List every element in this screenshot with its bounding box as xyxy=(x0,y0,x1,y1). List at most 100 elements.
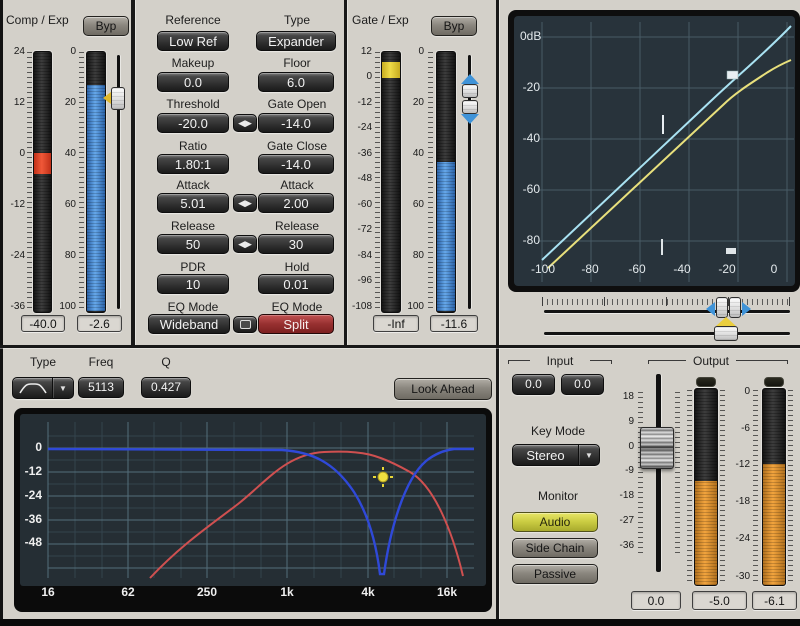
eq-x-tick: 16k xyxy=(432,586,462,599)
monitor-audio-button[interactable]: Audio xyxy=(512,512,598,532)
output-fader-handle[interactable] xyxy=(640,427,674,469)
pdr-button[interactable]: 10 xyxy=(157,274,229,294)
comp-threshold-readout[interactable]: -40.0 xyxy=(21,315,65,332)
output-left-meter xyxy=(694,388,718,586)
gate-open-label: Gate Open xyxy=(247,98,347,111)
monitor-side-chain-button[interactable]: Side Chain xyxy=(512,538,598,558)
output-fader-track[interactable] xyxy=(656,374,661,572)
gate-gr-scale-tick: 20 xyxy=(400,97,424,109)
gate-threshold-readout[interactable]: -Inf xyxy=(373,315,419,332)
hold-button[interactable]: 0.01 xyxy=(258,274,334,294)
gate-close-h-handle[interactable] xyxy=(729,297,741,318)
gate-gain-meter xyxy=(436,51,456,313)
gate-open-close-slider-track[interactable] xyxy=(544,310,790,313)
input-gain-left-button[interactable]: 0.0 xyxy=(512,374,555,395)
gate-in-ruler xyxy=(375,52,380,310)
type-button[interactable]: Expander xyxy=(256,31,336,51)
comp-in-ruler xyxy=(27,52,32,310)
comp-gain-readout[interactable]: -2.6 xyxy=(77,315,122,332)
transfer-x-tick: -100 xyxy=(527,263,559,276)
fader-scale-tick: 9 xyxy=(606,416,634,428)
output-right-meter-level xyxy=(763,464,785,585)
eq-mode-link-button[interactable] xyxy=(233,316,257,333)
gate-close-button[interactable]: -14.0 xyxy=(258,154,334,174)
output-fader-readout[interactable]: 0.0 xyxy=(631,591,681,610)
comp-gr-scale-tick: 80 xyxy=(50,250,76,262)
gate-close-slider-handle[interactable] xyxy=(462,100,478,114)
input-bracket-left xyxy=(508,360,530,364)
gate-bypass-button[interactable]: Byp xyxy=(431,16,477,36)
gate-gain-readout[interactable]: -11.6 xyxy=(430,315,478,332)
eq-q-button[interactable]: 0.427 xyxy=(141,377,191,398)
comp-makeup-slider-handle[interactable] xyxy=(111,87,125,110)
gate-in-scale-tick: -84 xyxy=(347,250,372,262)
eq-graph: 0 -12 -24 -36 -48 16 62 250 1k 4k 16k xyxy=(14,408,492,612)
comp-gr-scale-tick: 100 xyxy=(50,301,76,313)
gate-in-scale-tick: -12 xyxy=(347,97,372,109)
gate-open-button[interactable]: -14.0 xyxy=(258,113,334,133)
output-ruler-1 xyxy=(687,390,692,582)
input-gain-right-button[interactable]: 0.0 xyxy=(561,374,604,395)
look-ahead-button[interactable]: Look Ahead xyxy=(394,378,492,400)
comp-bypass-button[interactable]: Byp xyxy=(83,16,129,36)
comp-release-button[interactable]: 50 xyxy=(157,234,229,254)
eq-freq-button[interactable]: 5113 xyxy=(78,377,124,398)
output-scale-tick: -6 xyxy=(726,423,750,435)
gate-close-marker[interactable] xyxy=(726,248,736,254)
divider-horizontal-main xyxy=(0,345,800,348)
gate-open-marker[interactable] xyxy=(727,71,738,79)
hold-label: Hold xyxy=(247,261,347,274)
gate-gain-meter-level xyxy=(437,162,455,311)
ruler-major-tick xyxy=(542,297,543,306)
divider-comp-controls xyxy=(131,0,135,347)
threshold-link-button[interactable]: ◀▶ xyxy=(233,114,257,132)
chevron-down-icon[interactable]: ▼ xyxy=(52,378,73,398)
gate-gr-scale-tick: 0 xyxy=(400,46,424,58)
threshold-button[interactable]: -20.0 xyxy=(157,113,229,133)
key-mode-dropdown[interactable]: Stereo ▼ xyxy=(512,444,600,466)
gate-attack-button[interactable]: 2.00 xyxy=(258,193,334,213)
comp-eq-mode-button[interactable]: Wideband xyxy=(148,314,230,334)
comp-in-scale-tick: 24 xyxy=(0,46,25,58)
gate-gr-ruler xyxy=(428,52,433,310)
c1-compander-window: Comp / Exp Byp 24 12 0 -12 -24 -36 0 20 … xyxy=(0,0,800,626)
comp-attack-button[interactable]: 5.01 xyxy=(157,193,229,213)
key-mode-value: Stereo xyxy=(513,449,578,462)
threshold-handle-arrow xyxy=(716,317,736,326)
floor-button[interactable]: 6.0 xyxy=(258,72,334,92)
fader-scale-tick: 18 xyxy=(606,391,634,403)
threshold-slider-handle[interactable] xyxy=(714,326,738,341)
monitor-label: Monitor xyxy=(508,490,608,503)
comp-gr-scale-tick: 20 xyxy=(50,97,76,109)
output-right-clip-led[interactable] xyxy=(764,377,784,387)
eq-x-tick: 250 xyxy=(192,586,222,599)
gate-open-slider-handle[interactable] xyxy=(462,84,478,98)
transfer-curve-graph: 0dB -20 -40 -60 -80 -100 -80 -60 -40 -20… xyxy=(508,10,800,292)
release-link-button[interactable]: ◀▶ xyxy=(233,235,257,253)
gate-eq-mode-button[interactable]: Split xyxy=(258,314,334,334)
ruler-major-tick xyxy=(604,297,605,306)
output-left-clip-led[interactable] xyxy=(696,377,716,387)
gate-in-scale-tick: -72 xyxy=(347,224,372,236)
eq-x-tick: 4k xyxy=(353,586,383,599)
fader-ruler-right xyxy=(675,392,680,554)
output-ruler-2 xyxy=(720,390,725,582)
output-bracket-left xyxy=(648,360,686,364)
transfer-y-tick: -60 xyxy=(516,183,540,196)
eq-type-dropdown[interactable]: ▼ xyxy=(12,377,74,399)
chevron-down-icon[interactable]: ▼ xyxy=(578,445,599,465)
gate-slider-right-arrow xyxy=(742,302,751,316)
comp-input-meter-level xyxy=(34,153,51,174)
reference-button[interactable]: Low Ref xyxy=(157,31,229,51)
output-left-meter-readout[interactable]: -5.0 xyxy=(692,591,747,610)
gate-release-button[interactable]: 30 xyxy=(258,234,334,254)
gate-open-h-handle[interactable] xyxy=(716,297,728,318)
attack-link-button[interactable]: ◀▶ xyxy=(233,194,257,212)
output-right-meter-readout[interactable]: -6.1 xyxy=(752,591,797,610)
makeup-button[interactable]: 0.0 xyxy=(157,72,229,92)
transfer-x-tick: 0 xyxy=(758,263,790,276)
makeup-label: Makeup xyxy=(143,57,243,70)
ratio-button[interactable]: 1.80:1 xyxy=(157,154,229,174)
monitor-passive-button[interactable]: Passive xyxy=(512,564,598,584)
threshold-slider-track[interactable] xyxy=(544,332,790,335)
